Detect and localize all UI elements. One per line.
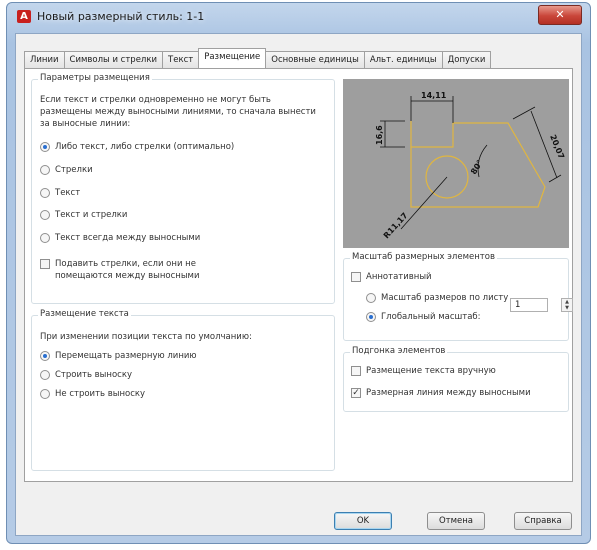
tab-strip: Линии Символы и стрелки Текст Размещение… xyxy=(24,48,492,68)
option-text-or-arrows[interactable]: Либо текст, либо стрелки (оптимально) xyxy=(40,141,234,153)
text-placement-description: При изменении позиции текста по умолчани… xyxy=(40,332,252,342)
radio-move-dim-line[interactable] xyxy=(40,351,50,361)
fit-options-description: Если текст и стрелки одновременно не мог… xyxy=(40,95,316,129)
scale-legend: Масштаб размерных элементов xyxy=(350,252,497,262)
annotative-checkbox-row[interactable]: Аннотативный xyxy=(351,271,432,283)
tab-fit[interactable]: Размещение xyxy=(198,48,267,68)
option-label: Текст и стрелки xyxy=(55,210,128,220)
option-global-scale[interactable]: Глобальный масштаб: xyxy=(366,311,481,323)
dim-label-radius: R11,17 xyxy=(382,211,410,240)
option-label: Перемещать размерную линию xyxy=(55,351,197,361)
option-scale-to-layout[interactable]: Масштаб размеров по листу xyxy=(366,292,508,304)
fit-options-legend: Параметры размещения xyxy=(38,73,152,83)
dim-label-angle: 80° xyxy=(469,158,485,176)
suppress-arrows-checkbox-row[interactable]: Подавить стрелки, если они не помещаются… xyxy=(40,258,245,282)
tab-lines[interactable]: Линии xyxy=(24,51,65,68)
radio-scale-to-layout[interactable] xyxy=(366,293,376,303)
option-label: Не строить выноску xyxy=(55,389,146,399)
tab-tolerances[interactable]: Допуски xyxy=(441,51,492,68)
dim-label-top: 14,11 xyxy=(421,91,447,100)
radio-text-or-arrows[interactable] xyxy=(40,142,50,152)
annotative-checkbox[interactable] xyxy=(351,272,361,282)
annotative-label: Аннотативный xyxy=(366,272,432,282)
radio-text-and-arrows[interactable] xyxy=(40,210,50,220)
tab-text[interactable]: Текст xyxy=(162,51,200,68)
draw-dim-line-label: Размерная линия между выносными xyxy=(366,388,531,398)
draw-dim-line-checkbox[interactable]: ✓ xyxy=(351,388,361,398)
radio-arrows[interactable] xyxy=(40,165,50,175)
global-scale-spinner[interactable]: ▲ ▼ xyxy=(561,298,573,312)
option-label: Текст xyxy=(55,188,81,198)
option-move-dim-line[interactable]: Перемещать размерную линию xyxy=(40,350,197,362)
preview-image: 14,11 16,6 20,07 80° R11,17 xyxy=(343,79,569,248)
ok-button[interactable]: OK xyxy=(334,512,392,530)
fit-tab-panel: Параметры размещения Если текст и стрелк… xyxy=(24,68,573,482)
option-text-and-arrows[interactable]: Текст и стрелки xyxy=(40,209,127,221)
window-title: Новый размерный стиль: 1-1 xyxy=(37,10,205,23)
option-with-leader[interactable]: Строить выноску xyxy=(40,369,132,381)
manual-text-checkbox-row[interactable]: Размещение текста вручную xyxy=(351,365,496,377)
option-label: Стрелки xyxy=(55,165,93,175)
manual-text-checkbox[interactable] xyxy=(351,366,361,376)
dim-label-left: 16,6 xyxy=(375,125,384,145)
option-arrows[interactable]: Стрелки xyxy=(40,164,93,176)
radio-global-scale[interactable] xyxy=(366,312,376,322)
autocad-logo-icon: A xyxy=(17,10,31,23)
option-label: Строить выноску xyxy=(55,370,132,380)
close-button[interactable]: ✕ xyxy=(538,5,582,25)
option-always-between[interactable]: Текст всегда между выносными xyxy=(40,232,200,244)
fine-tuning-legend: Подгонка элементов xyxy=(350,346,448,356)
tab-primary-units[interactable]: Основные единицы xyxy=(265,51,365,68)
option-label: Либо текст, либо стрелки (оптимально) xyxy=(55,142,235,152)
cancel-button[interactable]: Отмена xyxy=(427,512,485,530)
dialog-window: A Новый размерный стиль: 1-1 ✕ Линии Сим… xyxy=(6,2,591,544)
dimension-lines xyxy=(380,96,562,230)
option-without-leader[interactable]: Не строить выноску xyxy=(40,388,145,400)
option-label: Текст всегда между выносными xyxy=(55,233,201,243)
draw-dim-line-checkbox-row[interactable]: ✓ Размерная линия между выносными xyxy=(351,387,531,399)
radio-text[interactable] xyxy=(40,188,50,198)
option-label: Масштаб размеров по листу xyxy=(381,293,509,303)
suppress-arrows-checkbox[interactable] xyxy=(40,259,50,269)
text-placement-legend: Размещение текста xyxy=(38,309,131,319)
dim-label-right: 20,07 xyxy=(548,133,566,160)
radio-without-leader[interactable] xyxy=(40,389,50,399)
global-scale-input[interactable]: 1 xyxy=(510,298,548,312)
help-button[interactable]: Справка xyxy=(514,512,572,530)
option-label: Глобальный масштаб: xyxy=(381,312,481,322)
tab-alternate-units[interactable]: Альт. единицы xyxy=(363,51,443,68)
dialog-client: Линии Символы и стрелки Текст Размещение… xyxy=(15,33,582,536)
title-bar[interactable]: A Новый размерный стиль: 1-1 ✕ xyxy=(7,3,590,31)
radio-always-between[interactable] xyxy=(40,233,50,243)
tab-symbols-arrows[interactable]: Символы и стрелки xyxy=(63,51,164,68)
radio-with-leader[interactable] xyxy=(40,370,50,380)
dimension-preview-svg: 14,11 16,6 20,07 80° R11,17 xyxy=(375,91,566,240)
manual-text-label: Размещение текста вручную xyxy=(366,366,496,376)
option-text[interactable]: Текст xyxy=(40,187,80,199)
fine-tuning-group: Подгонка элементов xyxy=(343,346,569,412)
suppress-arrows-label: Подавить стрелки, если они не помещаются… xyxy=(55,259,200,281)
